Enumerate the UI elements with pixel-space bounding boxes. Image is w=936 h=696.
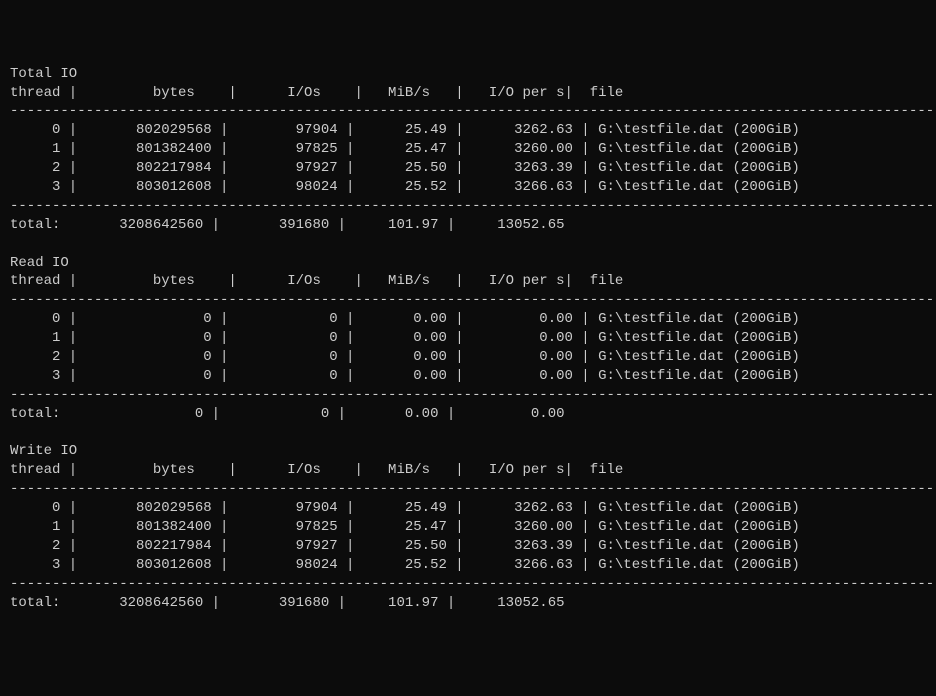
terminal-output: Total IO thread | bytes | I/Os | MiB/s |… bbox=[10, 65, 926, 613]
